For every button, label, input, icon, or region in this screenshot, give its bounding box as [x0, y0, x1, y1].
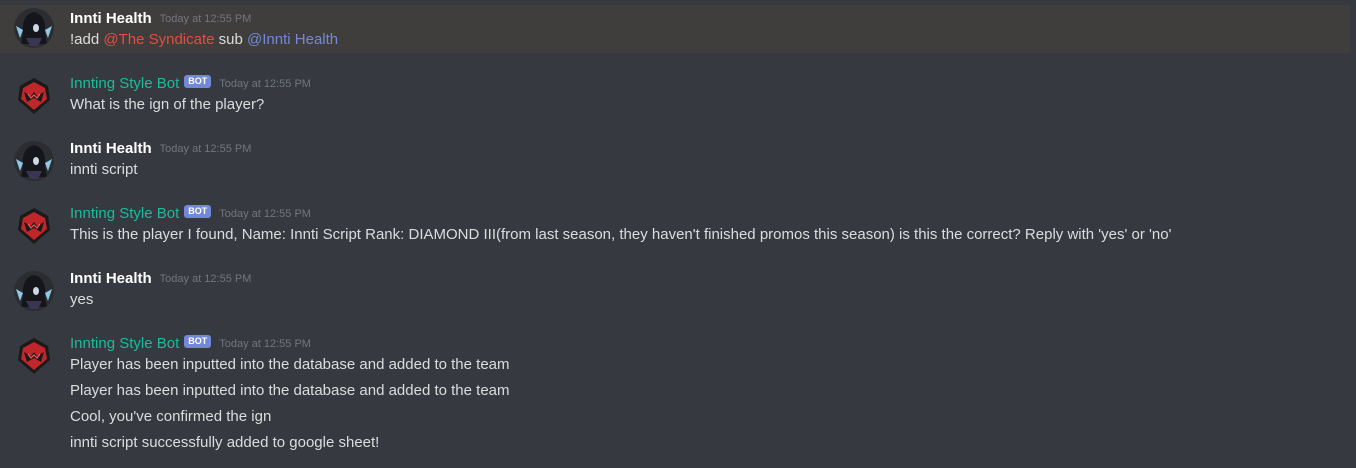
red-crest-bot-icon — [14, 336, 54, 376]
message-timestamp: Today at 12:55 PM — [219, 208, 311, 220]
message-author[interactable]: Innti Health — [70, 270, 152, 287]
message-group: Innti Health Today at 12:55 PM !add @The… — [0, 5, 1350, 53]
dark-hooded-avatar-icon — [14, 271, 54, 311]
message-content: !add @The Syndicate sub @Innti Health — [70, 30, 338, 50]
message-content: yes — [70, 291, 94, 308]
user-mention[interactable]: @Innti Health — [247, 31, 338, 48]
user-avatar[interactable] — [14, 141, 54, 181]
message-author[interactable]: Innting Style Bot — [70, 335, 179, 352]
bot-avatar[interactable] — [14, 336, 54, 376]
dark-hooded-avatar-icon — [14, 8, 54, 48]
message-group: Innti Health Today at 12:55 PM innti scr… — [0, 135, 1350, 185]
bot-tag: BOT — [184, 204, 212, 218]
message-group: Innti Health Today at 12:55 PM yes — [0, 265, 1350, 315]
command-text: !add — [70, 31, 100, 48]
dark-hooded-avatar-icon — [14, 141, 54, 181]
message-group: Innting Style Bot BOT Today at 12:55 PM … — [0, 70, 1350, 120]
bot-avatar[interactable] — [14, 76, 54, 116]
bot-avatar[interactable] — [14, 206, 54, 246]
red-crest-bot-icon — [14, 206, 54, 246]
message-content: Cool, you've confirmed the ign — [70, 408, 272, 425]
message-author[interactable]: Innti Health — [70, 10, 152, 27]
message-author[interactable]: Innting Style Bot — [70, 205, 179, 222]
message-content: Player has been inputted into the databa… — [70, 382, 510, 399]
message-content: Player has been inputted into the databa… — [70, 356, 510, 373]
message-content: What is the ign of the player? — [70, 96, 265, 113]
bot-tag: BOT — [184, 334, 212, 348]
message-content: innti script — [70, 161, 138, 178]
message-group: Innting Style Bot BOT Today at 12:55 PM … — [0, 330, 1350, 460]
chat-messages: Innti Health Today at 12:55 PM !add @The… — [0, 0, 1356, 468]
message-text: sub — [218, 31, 243, 48]
message-timestamp: Today at 12:55 PM — [219, 78, 311, 90]
role-mention[interactable]: @The Syndicate — [103, 31, 214, 48]
message-group: Innting Style Bot BOT Today at 12:55 PM … — [0, 200, 1350, 250]
red-crest-bot-icon — [14, 76, 54, 116]
user-avatar[interactable] — [14, 271, 54, 311]
message-timestamp: Today at 12:55 PM — [159, 13, 252, 25]
message-author[interactable]: Innting Style Bot — [70, 75, 179, 92]
message-timestamp: Today at 12:55 PM — [159, 273, 252, 285]
bot-tag: BOT — [184, 74, 212, 88]
message-author[interactable]: Innti Health — [70, 140, 152, 157]
message-content: innti script successfully added to googl… — [70, 434, 380, 451]
message-timestamp: Today at 12:55 PM — [219, 338, 311, 350]
user-avatar[interactable] — [14, 8, 54, 48]
message-content: This is the player I found, Name: Innti … — [70, 226, 1172, 243]
message-timestamp: Today at 12:55 PM — [159, 143, 252, 155]
